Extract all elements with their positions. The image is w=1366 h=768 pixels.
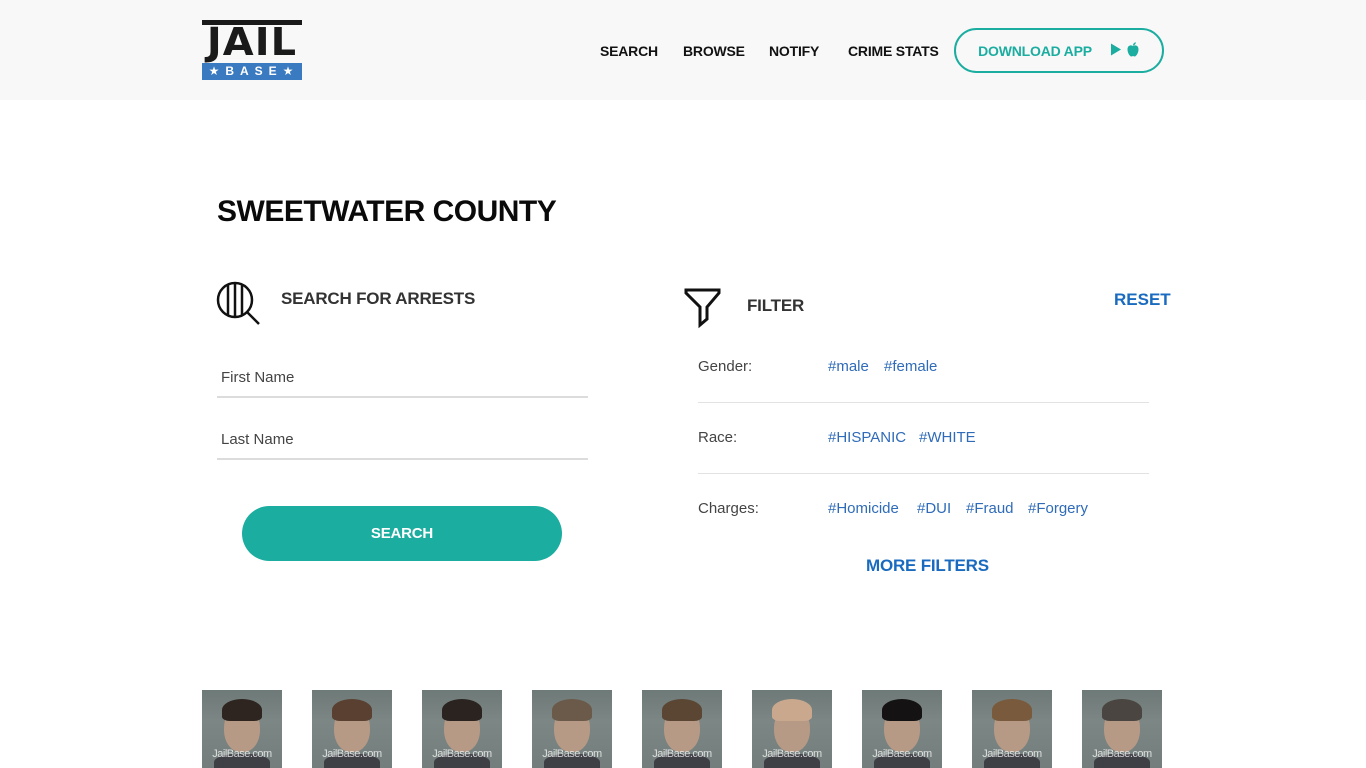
nav-search[interactable]: SEARCH	[600, 43, 658, 59]
logo-text-base: ★BASE★	[202, 63, 302, 80]
logo-text-jail: JAIL	[206, 20, 298, 64]
mugshot-thumbnail[interactable]: JailBase.com	[422, 690, 502, 768]
nav-notify[interactable]: NOTIFY	[769, 43, 819, 59]
tag-female[interactable]: #female	[884, 358, 937, 375]
apple-icon	[1126, 41, 1140, 60]
race-label: Race:	[698, 429, 738, 446]
tag-white[interactable]: #WHITE	[919, 429, 976, 446]
mugshot-watermark: JailBase.com	[1092, 748, 1152, 760]
nav-crime-stats[interactable]: CRIME STATS	[848, 43, 939, 59]
mugshot-watermark: JailBase.com	[872, 748, 932, 760]
mugshot-thumbnail[interactable]: JailBase.com	[202, 690, 282, 768]
gender-label: Gender:	[698, 358, 753, 375]
mugshot-watermark: JailBase.com	[212, 748, 272, 760]
mugshot-watermark: JailBase.com	[982, 748, 1042, 760]
mugshot-hair	[992, 699, 1032, 721]
site-header: JAIL ★BASE★ SEARCH BROWSE NOTIFY CRIME S…	[0, 0, 1366, 100]
tag-forgery[interactable]: #Forgery	[1028, 500, 1088, 517]
mugshot-watermark: JailBase.com	[652, 748, 712, 760]
charges-label: Charges:	[698, 500, 759, 517]
mugshot-thumbnail[interactable]: JailBase.com	[752, 690, 832, 768]
page-title: SWEETWATER COUNTY	[217, 195, 557, 228]
tag-dui[interactable]: #DUI	[917, 500, 951, 517]
tag-fraud[interactable]: #Fraud	[966, 500, 1014, 517]
mugshot-hair	[552, 699, 592, 721]
download-app-label: DOWNLOAD APP	[978, 42, 1092, 59]
mugshot-thumbnail[interactable]: JailBase.com	[1082, 690, 1162, 768]
mugshot-hair	[442, 699, 482, 721]
mugshot-hair	[882, 699, 922, 721]
mugshot-watermark: JailBase.com	[432, 748, 492, 760]
more-filters-link[interactable]: MORE FILTERS	[866, 556, 989, 576]
download-app-button[interactable]: DOWNLOAD APP	[954, 28, 1164, 73]
reset-filters-link[interactable]: RESET	[1114, 290, 1171, 310]
tag-homicide[interactable]: #Homicide	[828, 500, 899, 517]
nav-browse[interactable]: BROWSE	[683, 43, 745, 59]
tag-male[interactable]: #male	[828, 358, 869, 375]
mugshot-thumbnail[interactable]: JailBase.com	[862, 690, 942, 768]
search-arrests-heading: SEARCH FOR ARRESTS	[281, 289, 476, 308]
mugshot-thumbnail[interactable]: JailBase.com	[642, 690, 722, 768]
google-play-icon	[1110, 43, 1122, 59]
mugshot-watermark: JailBase.com	[762, 748, 822, 760]
search-button[interactable]: SEARCH	[242, 506, 562, 561]
mugshot-thumbnail[interactable]: JailBase.com	[532, 690, 612, 768]
mugshot-hair	[222, 699, 262, 721]
mugshot-hair	[772, 699, 812, 721]
filter-divider	[698, 402, 1149, 403]
mugshot-watermark: JailBase.com	[542, 748, 602, 760]
filter-divider	[698, 473, 1149, 474]
last-name-input[interactable]	[217, 420, 588, 460]
filter-icon	[683, 287, 723, 329]
filter-heading: FILTER	[747, 296, 805, 315]
mugshot-watermark: JailBase.com	[322, 748, 382, 760]
jailbase-logo[interactable]: JAIL ★BASE★	[202, 20, 302, 80]
search-arrests-icon	[216, 281, 262, 327]
mugshot-hair	[1102, 699, 1142, 721]
tag-hispanic[interactable]: #HISPANIC	[828, 429, 906, 446]
first-name-input[interactable]	[217, 358, 588, 398]
mugshot-thumbnail[interactable]: JailBase.com	[312, 690, 392, 768]
mugshot-hair	[332, 699, 372, 721]
mugshot-hair	[662, 699, 702, 721]
mugshot-thumbnail[interactable]: JailBase.com	[972, 690, 1052, 768]
